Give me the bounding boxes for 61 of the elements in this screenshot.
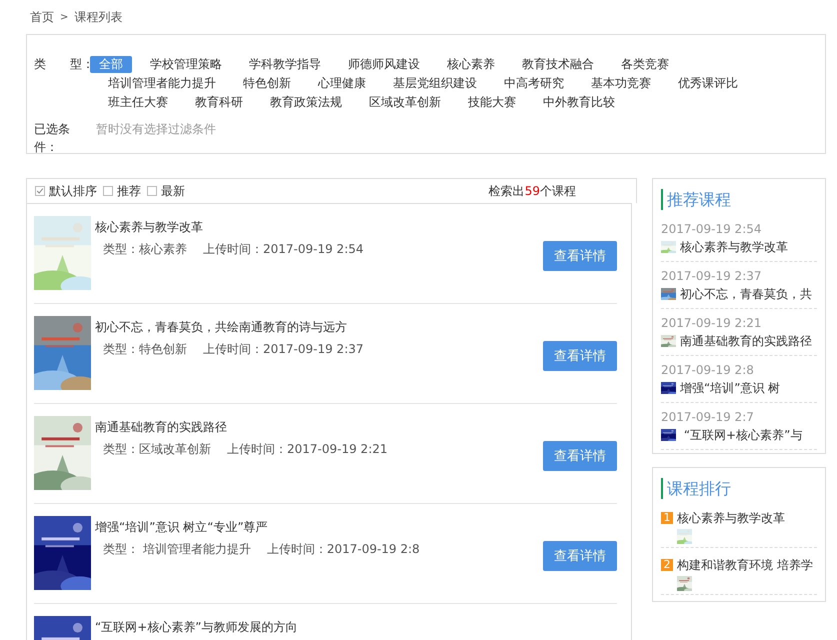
checkbox[interactable] xyxy=(35,186,45,196)
course-title[interactable]: 核心素养与教学改革 xyxy=(95,218,543,236)
rank-badge: 2 xyxy=(661,559,673,571)
breadcrumb-current: 课程列表 xyxy=(74,8,122,26)
category-tag[interactable]: 培训管理者能力提升 xyxy=(99,75,225,92)
course-link[interactable]: 初心不忘，青春莫负，共 xyxy=(680,285,812,303)
category-tag[interactable]: 技能大赛 xyxy=(459,94,525,111)
category-tag[interactable]: 班主任大赛 xyxy=(99,94,177,111)
category-tag[interactable]: 教育科研 xyxy=(186,94,252,111)
category-tag[interactable]: 师德师风建设 xyxy=(339,56,429,73)
panel-title: 课程排行 xyxy=(661,478,817,499)
category-tag[interactable]: 基层党组织建设 xyxy=(384,75,486,92)
checkbox[interactable] xyxy=(103,186,113,196)
course-link[interactable]: 南通基础教育的实践路径 xyxy=(680,332,812,350)
course-date: 2017-09-19 2:8 xyxy=(661,362,755,379)
course-type: 类型： 培训管理者能力提升 xyxy=(103,541,251,558)
sort-option[interactable]: 推荐 xyxy=(117,182,141,200)
course-title[interactable]: 南通基础教育的实践路径 xyxy=(95,418,543,436)
category-tag[interactable]: 心理健康 xyxy=(309,75,375,92)
category-tag[interactable]: 教育技术融合 xyxy=(513,56,603,73)
category-tag[interactable]: 优秀课评比 xyxy=(669,75,747,92)
sort-option[interactable]: 默认排序 xyxy=(49,182,97,200)
course-date: 2017-09-19 2:7 xyxy=(661,409,755,426)
course-date: 2017-09-19 2:37 xyxy=(661,268,762,285)
course-date: 2017-09-19 2:54 xyxy=(661,221,762,238)
category-tag[interactable]: 核心素养 xyxy=(438,56,504,73)
breadcrumb-separator: > xyxy=(60,12,68,22)
category-tag[interactable]: 中高考研究 xyxy=(495,75,573,92)
course-title[interactable]: 增强“培训”意识 树立“专业”尊严 xyxy=(95,518,543,536)
course-title[interactable]: “互联网+核心素养”与教师发展的方向 xyxy=(95,618,617,636)
course-link[interactable]: 增强“培训”意识 树 xyxy=(680,379,780,397)
result-count: 检索出 59个课程 xyxy=(488,182,576,200)
course-link[interactable]: 核心素养与教学改革 xyxy=(677,509,785,527)
category-tag[interactable]: 学校管理策略 xyxy=(141,56,231,73)
checkbox[interactable] xyxy=(147,186,157,196)
selected-conditions: 暂时没有选择过滤条件 xyxy=(96,121,216,138)
upload-time: 上传时间：2017-09-19 2:8 xyxy=(266,541,420,558)
category-tag[interactable]: 各类竞赛 xyxy=(612,56,678,73)
breadcrumb-link[interactable]: 首页 xyxy=(30,8,54,26)
category-tag[interactable]: 学科教学指导 xyxy=(240,56,330,73)
course-link[interactable]: “互联网+核心素养”与 xyxy=(680,426,802,444)
category-tag[interactable]: 特色创新 xyxy=(234,75,300,92)
course-type: 类型：特色创新 xyxy=(103,341,187,358)
category-tag[interactable]: 中外教育比较 xyxy=(534,94,624,111)
upload-time: 上传时间：2017-09-19 2:21 xyxy=(227,441,388,458)
selected-label: 已选条件： xyxy=(34,121,71,156)
course-type: 类型：区域改革创新 xyxy=(103,441,211,458)
course-type: 类型：核心素养 xyxy=(103,241,187,258)
category-tag[interactable]: 教育政策法规 xyxy=(261,94,351,111)
filter-label: 类 型： xyxy=(34,56,90,73)
upload-time: 上传时间：2017-09-19 2:37 xyxy=(203,341,364,358)
panel-title: 推荐课程 xyxy=(661,189,817,210)
course-link[interactable]: 核心素养与教学改革 xyxy=(680,238,788,256)
category-tag[interactable]: 基本功竞赛 xyxy=(582,75,660,92)
sort-option[interactable]: 最新 xyxy=(161,182,185,200)
course-date: 2017-09-19 2:21 xyxy=(661,315,762,332)
upload-time: 上传时间：2017-09-19 2:54 xyxy=(203,241,364,258)
category-tag[interactable]: 区域改革创新 xyxy=(360,94,450,111)
course-title[interactable]: 初心不忘，青春莫负，共绘南通教育的诗与远方 xyxy=(95,318,543,336)
rank-badge: 1 xyxy=(661,512,673,524)
course-link[interactable]: 构建和谐教育环境 培养学 xyxy=(677,556,813,574)
